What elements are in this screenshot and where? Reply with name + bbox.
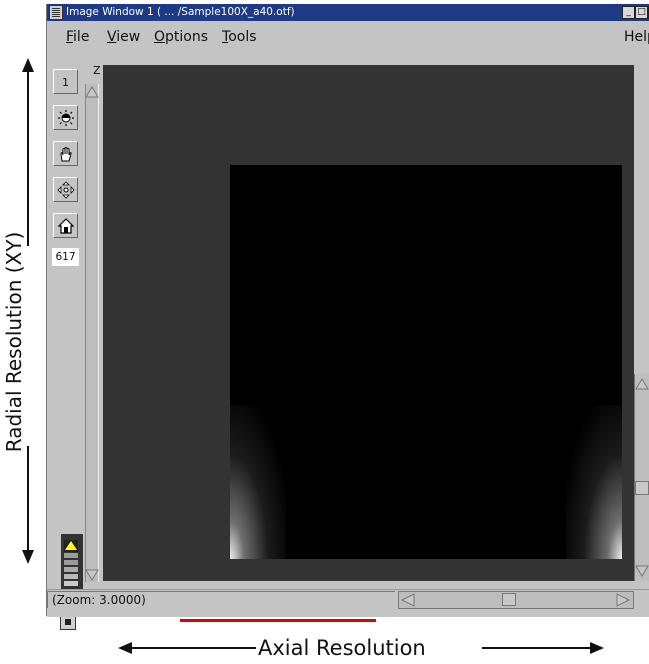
scroll-left-arrow-icon[interactable] — [399, 592, 419, 608]
psf-image[interactable] — [230, 165, 622, 559]
title-bar[interactable]: Image Window 1 ( ... /Sample100X_a40.otf… — [47, 4, 649, 21]
value-readout: 617 — [52, 248, 79, 266]
zoom-fit-icon — [57, 181, 75, 199]
ramp-level-bar — [64, 567, 78, 572]
home-icon — [57, 218, 75, 234]
hand-pan-button[interactable] — [53, 141, 78, 166]
window-menu-icon[interactable] — [49, 5, 63, 20]
hand-icon — [60, 147, 72, 162]
z-slider-track[interactable] — [85, 84, 99, 582]
menu-help[interactable]: Help — [624, 29, 649, 45]
left-toolbar: 1 Z 617 — [48, 51, 101, 630]
menu-tools[interactable]: Tools — [222, 29, 257, 45]
scroll-down-arrow-icon[interactable] — [635, 563, 649, 579]
ramp-level-bar — [64, 553, 78, 558]
scroll-right-arrow-icon[interactable] — [612, 592, 632, 608]
menu-view[interactable]: View — [107, 29, 140, 45]
horizontal-scroll-thumb[interactable] — [502, 593, 516, 606]
z-slider-down-arrow-icon[interactable] — [85, 567, 99, 581]
window-title: Image Window 1 ( ... /Sample100X_a40.otf… — [66, 6, 295, 18]
annotation-radial-label: Radial Resolution (XY) — [2, 231, 26, 453]
ramp-level-bar — [64, 560, 78, 565]
image-canvas[interactable]: 5 — [103, 65, 634, 622]
annotation-axial-label: Axial Resolution — [258, 636, 426, 660]
horizontal-scrollbar[interactable] — [398, 591, 634, 609]
image-window: Image Window 1 ( ... /Sample100X_a40.otf… — [46, 4, 649, 630]
minimize-button[interactable]: _ — [622, 6, 635, 19]
z-axis-label: Z — [93, 64, 101, 77]
menu-options[interactable]: Options — [154, 29, 208, 45]
ramp-level-bar — [64, 581, 78, 586]
scale-bar — [180, 619, 376, 622]
z-slider-up-arrow-icon[interactable] — [85, 84, 99, 98]
psf-glow-right — [566, 405, 622, 559]
home-button[interactable] — [53, 213, 78, 238]
slice-number-button[interactable]: 1 — [53, 69, 78, 94]
zoom-status: (Zoom: 3.0000) — [47, 591, 395, 608]
brightness-button[interactable] — [53, 105, 78, 130]
vertical-scrollbar[interactable] — [634, 374, 649, 581]
brightness-icon — [58, 110, 74, 126]
scroll-up-arrow-icon[interactable] — [635, 376, 649, 392]
ramp-level-bar — [64, 574, 78, 579]
psf-glow-left — [230, 405, 286, 559]
menu-file[interactable]: File — [66, 29, 89, 45]
zoom-fit-button[interactable] — [53, 177, 78, 202]
menu-bar: File View Options Tools Help — [47, 21, 649, 51]
maximize-button[interactable]: □ — [635, 6, 648, 19]
ramp-up-arrow-icon[interactable] — [64, 537, 78, 552]
vertical-scroll-thumb[interactable] — [635, 481, 649, 495]
